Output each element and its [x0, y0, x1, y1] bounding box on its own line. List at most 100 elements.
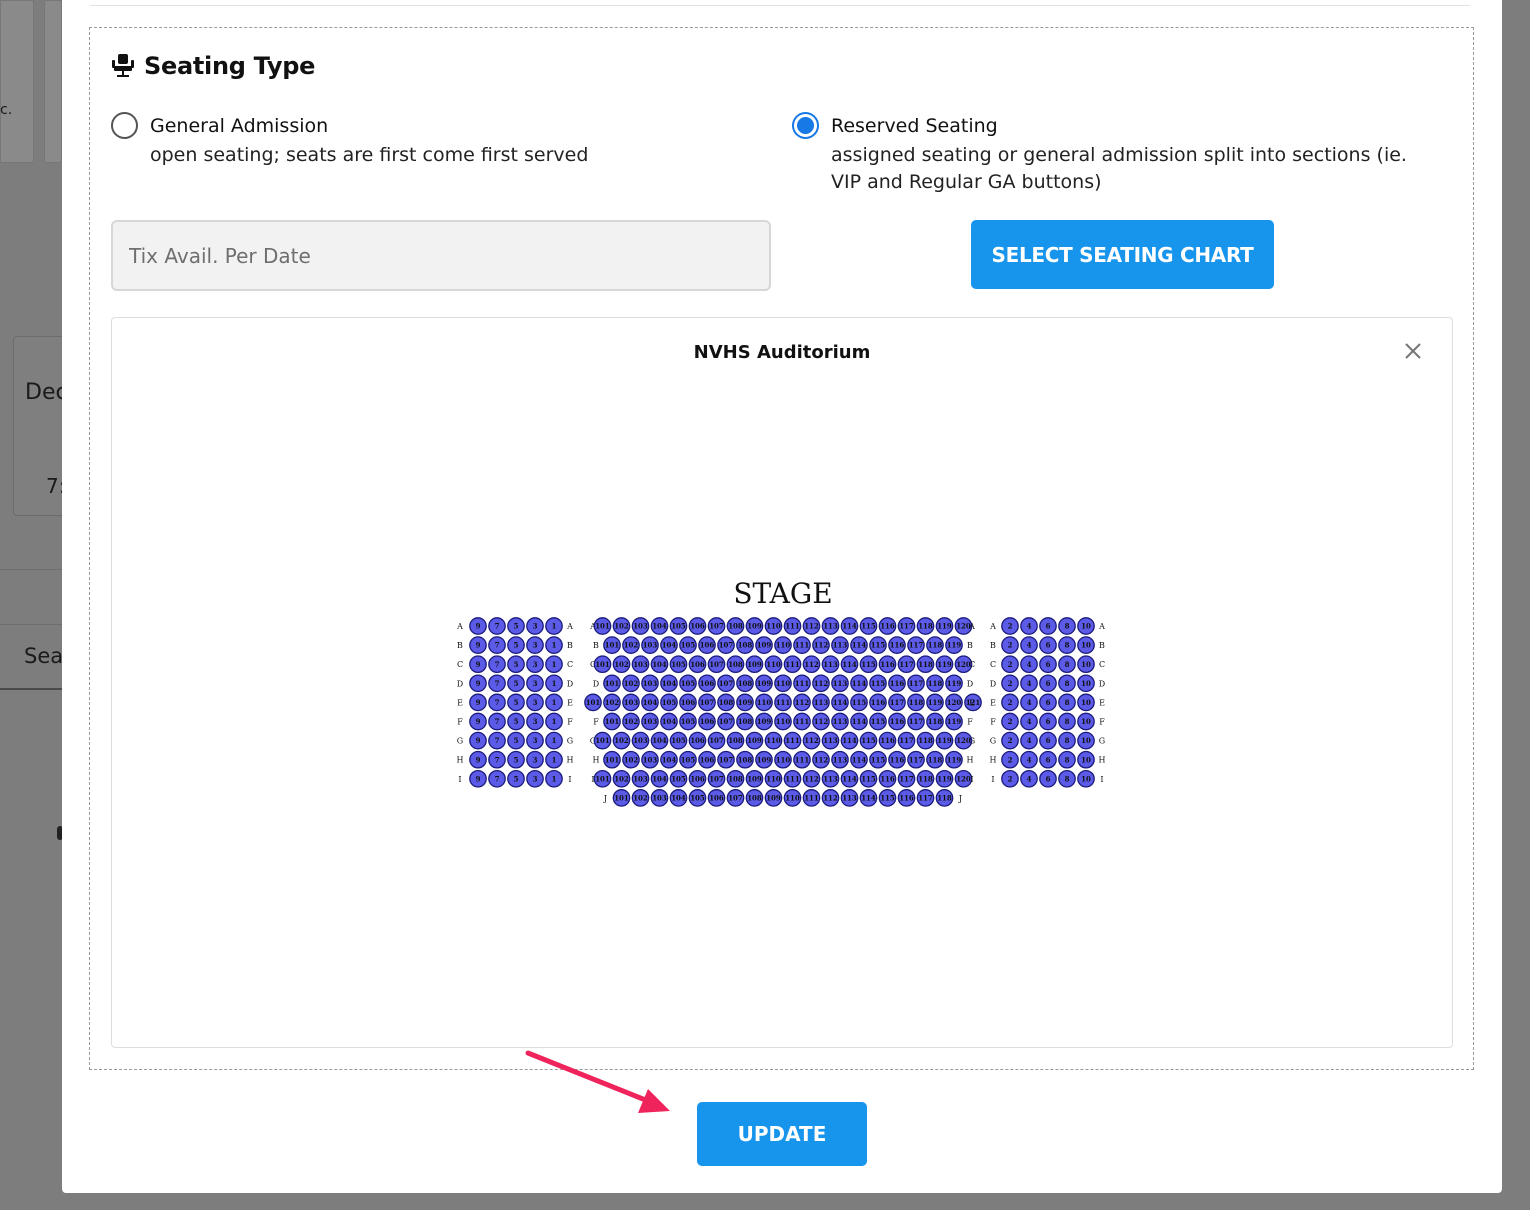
- seat-number: 10: [1081, 755, 1091, 764]
- seat-number: 113: [833, 679, 848, 688]
- seat-number: 104: [643, 698, 658, 707]
- seat-number: 107: [719, 641, 734, 650]
- seat-number: 106: [700, 679, 715, 688]
- section-title: Seating Type: [144, 52, 316, 80]
- seat-number: 101: [595, 774, 610, 783]
- row-label: H: [457, 756, 464, 765]
- seat-number: 101: [586, 698, 601, 707]
- update-button[interactable]: UPDATE: [697, 1102, 867, 1166]
- seat-number: 8: [1065, 755, 1070, 764]
- seat-number: 101: [605, 641, 620, 650]
- seat-number: 113: [823, 660, 838, 669]
- seat-map[interactable]: STAGEA 9 7 5 3 1 AB 9 7 5 3 1 BC 9 7 5 3 1 CD 9 7 5 3 1 DE 9 7 5 3 1 E…: [452, 580, 1112, 830]
- select-seating-chart-button[interactable]: SELECT SEATING CHART: [971, 220, 1274, 289]
- seat-number: 110: [776, 641, 791, 650]
- tix-available-input[interactable]: [111, 220, 771, 291]
- seat-number: 101: [605, 679, 620, 688]
- background-divider: [0, 569, 62, 570]
- seat-number: 107: [709, 622, 724, 631]
- seat-number: 118: [937, 794, 952, 803]
- seat-number: 103: [643, 755, 658, 764]
- seat-number: 4: [1027, 755, 1032, 764]
- seat-number: 108: [747, 794, 762, 803]
- seat-number: 6: [1046, 679, 1051, 688]
- seat-number: 117: [899, 774, 914, 783]
- seat-number: 4: [1027, 736, 1032, 745]
- seat-number: 115: [880, 794, 895, 803]
- background-tab-underline: [0, 688, 62, 690]
- seat-number: 5: [514, 660, 519, 669]
- seat-number: 110: [766, 622, 781, 631]
- seat-number: 106: [690, 736, 705, 745]
- seat-number: 116: [899, 794, 914, 803]
- seat-number: 102: [614, 736, 629, 745]
- radio-general-admission[interactable]: [111, 112, 138, 139]
- seat-number: 108: [728, 622, 743, 631]
- row-label: D: [567, 679, 573, 688]
- seat-number: 112: [804, 622, 819, 631]
- background-divider-2: [0, 624, 62, 625]
- seat-number: 102: [633, 794, 648, 803]
- stage-label: STAGE: [733, 580, 832, 610]
- seat-number: 110: [785, 794, 800, 803]
- seat-number: 4: [1027, 774, 1032, 783]
- seat-number: 3: [533, 736, 538, 745]
- seat-number: 108: [728, 736, 743, 745]
- seat-number: 2: [1008, 717, 1013, 726]
- seat-number: 105: [671, 660, 686, 669]
- seat-number: 101: [595, 736, 610, 745]
- seat-number: 118: [928, 679, 943, 688]
- seat-number: 2: [1008, 698, 1013, 707]
- row-label: I: [970, 775, 973, 784]
- row-label: E: [567, 698, 573, 707]
- seat-number: 2: [1008, 641, 1013, 650]
- seat-number: 5: [514, 736, 519, 745]
- seat-number: 10: [1081, 717, 1091, 726]
- seat-number: 116: [890, 641, 905, 650]
- seat-number: 101: [605, 717, 620, 726]
- seat-number: 1: [552, 755, 557, 764]
- row-label: D: [457, 679, 463, 688]
- seat-number: 4: [1027, 698, 1032, 707]
- seat-number: 5: [514, 622, 519, 631]
- seat-number: 103: [633, 736, 648, 745]
- seat-number: 110: [776, 679, 791, 688]
- background-tab: Sea: [24, 644, 64, 668]
- seat-number: 115: [861, 622, 876, 631]
- seat-number: 9: [476, 755, 481, 764]
- seat-number: 109: [766, 794, 781, 803]
- option-reserved-seating[interactable]: Reserved Seating assigned seating or gen…: [792, 112, 1432, 196]
- seat-number: 6: [1046, 717, 1051, 726]
- seat-number: 113: [823, 622, 838, 631]
- seat-number: 6: [1046, 755, 1051, 764]
- seat-number: 3: [533, 641, 538, 650]
- background-text: c.: [0, 102, 13, 118]
- seat-number: 103: [633, 622, 648, 631]
- seat-number: 118: [918, 774, 933, 783]
- option-general-admission[interactable]: General Admission open seating; seats ar…: [111, 112, 751, 169]
- seat-number: 119: [937, 736, 952, 745]
- seat-number: 107: [719, 679, 734, 688]
- row-label: H: [967, 756, 974, 765]
- row-label: H: [990, 756, 997, 765]
- seat-number: 115: [871, 717, 886, 726]
- row-label: A: [566, 622, 573, 631]
- seat-number: 107: [719, 755, 734, 764]
- seat-number: 2: [1008, 774, 1013, 783]
- radio-reserved-seating[interactable]: [792, 112, 819, 139]
- seat-number: 101: [605, 755, 620, 764]
- seat-number: 110: [766, 660, 781, 669]
- row-label: G: [1099, 737, 1105, 746]
- seat-number: 105: [690, 794, 705, 803]
- seat-number: 119: [947, 755, 962, 764]
- row-label: E: [990, 698, 996, 707]
- row-label: B: [457, 641, 463, 650]
- seat-number: 111: [785, 622, 800, 631]
- close-chart-button[interactable]: [1400, 338, 1426, 364]
- seat-number: 117: [909, 679, 924, 688]
- seat-number: 101: [595, 660, 610, 669]
- seat-number: 108: [738, 679, 753, 688]
- seat-number: 115: [861, 660, 876, 669]
- seat-number: 104: [662, 679, 677, 688]
- seat-number: 10: [1081, 679, 1091, 688]
